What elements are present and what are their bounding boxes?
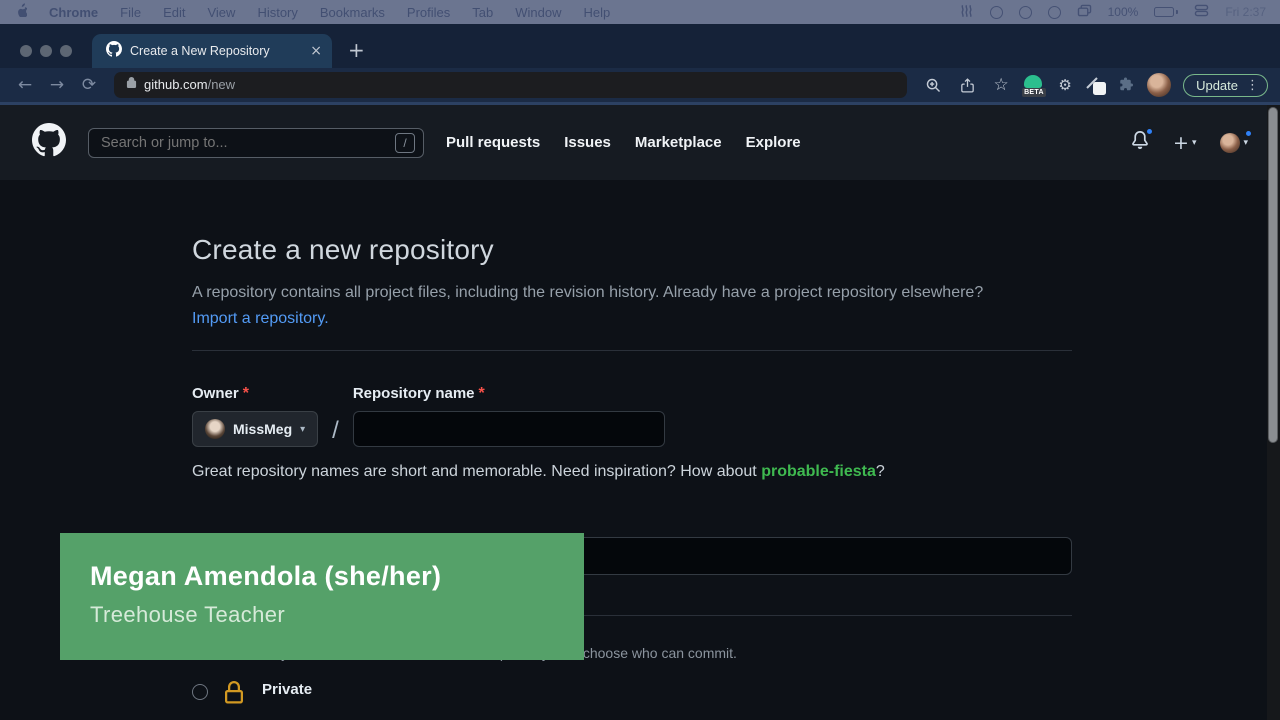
- url-path: /new: [208, 77, 235, 92]
- apple-menu-icon[interactable]: [14, 2, 27, 22]
- browser-toolbar: ← → ⟳ github.com/new ☆ BETA ⚙ Update ⋮: [0, 68, 1280, 102]
- repository-name-input[interactable]: [353, 411, 665, 447]
- github-nav: Pull requests Issues Marketplace Explore: [446, 134, 801, 151]
- nav-marketplace[interactable]: Marketplace: [635, 134, 722, 151]
- menu-history[interactable]: History: [257, 5, 297, 20]
- github-search-box[interactable]: /: [88, 128, 424, 158]
- status-badge-icon[interactable]: [1048, 6, 1061, 19]
- user-switch-icon[interactable]: [1194, 4, 1209, 20]
- private-option-row[interactable]: Private: [192, 681, 1072, 710]
- tab-close-icon[interactable]: ×: [310, 43, 322, 59]
- chevron-down-icon: ▾: [1192, 138, 1197, 148]
- update-button[interactable]: Update ⋮: [1183, 74, 1268, 97]
- owner-repo-separator: /: [332, 385, 339, 447]
- reload-button[interactable]: ⟳: [76, 75, 102, 95]
- profile-menu[interactable]: ▾: [1220, 133, 1248, 153]
- menu-chrome[interactable]: Chrome: [49, 5, 98, 20]
- address-bar[interactable]: github.com/new: [114, 72, 907, 98]
- tab-strip: Create a New Repository × +: [0, 24, 1280, 68]
- search-input[interactable]: [101, 135, 395, 151]
- menu-window[interactable]: Window: [515, 5, 561, 20]
- menu-help[interactable]: Help: [584, 5, 611, 20]
- menu-view[interactable]: View: [207, 5, 235, 20]
- zoom-icon[interactable]: [919, 72, 947, 98]
- github-favicon: [106, 41, 122, 62]
- beta-extension-icon[interactable]: BETA: [1021, 73, 1045, 97]
- menu-bookmarks[interactable]: Bookmarks: [320, 5, 385, 20]
- url-host: github.com: [144, 77, 208, 92]
- chevron-down-icon: ▾: [1243, 138, 1248, 148]
- lock-icon: [222, 681, 246, 710]
- status-circle-icon[interactable]: [1019, 6, 1032, 19]
- owner-repo-row: Owner* MissMeg ▾ / Repository name*: [192, 385, 1072, 447]
- notification-dot: [1145, 127, 1154, 136]
- scrollbar-thumb[interactable]: [1268, 107, 1278, 443]
- section-divider: [192, 350, 1072, 351]
- presenter-overlay-card: Megan Amendola (she/her) Treehouse Teach…: [60, 533, 584, 660]
- owner-name: MissMeg: [233, 421, 292, 437]
- picker-extension-icon[interactable]: [1085, 74, 1107, 96]
- github-header: / Pull requests Issues Marketplace Explo…: [0, 105, 1280, 180]
- back-button[interactable]: ←: [12, 75, 38, 95]
- devtools-extension-icon[interactable]: ⚙: [1051, 72, 1079, 98]
- nav-explore[interactable]: Explore: [746, 134, 801, 151]
- notifications-bell-icon[interactable]: [1131, 131, 1149, 154]
- window-close-icon[interactable]: [20, 45, 32, 57]
- forward-button[interactable]: →: [44, 75, 70, 95]
- battery-icon[interactable]: [1154, 7, 1178, 17]
- create-new-dropdown[interactable]: +▾: [1173, 132, 1196, 154]
- menu-edit[interactable]: Edit: [163, 5, 185, 20]
- suggested-repo-name[interactable]: probable-fiesta: [761, 463, 876, 480]
- nav-pull-requests[interactable]: Pull requests: [446, 134, 540, 151]
- repo-name-column: Repository name*: [353, 385, 665, 447]
- lock-icon: [126, 76, 137, 94]
- status-coin-icon[interactable]: [990, 6, 1003, 19]
- owner-label: Owner: [192, 385, 239, 402]
- github-page-body: Create a new repository A repository con…: [0, 180, 1280, 720]
- share-icon[interactable]: [953, 72, 981, 98]
- extensions-puzzle-icon[interactable]: [1113, 72, 1141, 98]
- private-radio[interactable]: [192, 684, 208, 700]
- bookmark-star-icon[interactable]: ☆: [987, 72, 1015, 98]
- macos-menubar: Chrome File Edit View History Bookmarks …: [0, 0, 1280, 24]
- tab-title: Create a New Repository: [130, 44, 302, 58]
- owner-select-button[interactable]: MissMeg ▾: [192, 411, 318, 447]
- slash-key-hint: /: [395, 133, 415, 153]
- required-asterisk: *: [243, 385, 249, 402]
- page-scrollbar[interactable]: [1267, 105, 1280, 720]
- chevron-down-icon: ▾: [300, 424, 305, 435]
- new-tab-button[interactable]: +: [332, 38, 381, 68]
- github-avatar[interactable]: [1220, 133, 1240, 153]
- menu-tab[interactable]: Tab: [472, 5, 493, 20]
- private-label: Private: [262, 681, 312, 698]
- menubar-clock[interactable]: Fri 2:37: [1225, 5, 1266, 19]
- window-zoom-icon[interactable]: [60, 45, 72, 57]
- repo-name-label: Repository name: [353, 385, 475, 402]
- nav-issues[interactable]: Issues: [564, 134, 611, 151]
- import-repository-link[interactable]: Import a repository.: [192, 310, 329, 327]
- chrome-profile-avatar[interactable]: [1147, 73, 1171, 97]
- github-logo-icon[interactable]: [32, 123, 66, 162]
- required-asterisk: *: [479, 385, 485, 402]
- window-controls: [0, 45, 92, 68]
- owner-column: Owner* MissMeg ▾: [192, 385, 318, 447]
- page-title: Create a new repository: [192, 180, 1072, 266]
- window-minimize-icon[interactable]: [40, 45, 52, 57]
- browser-tab[interactable]: Create a New Repository ×: [92, 34, 332, 68]
- battery-percent: 100%: [1108, 5, 1139, 19]
- menu-profiles[interactable]: Profiles: [407, 5, 450, 20]
- avatar-notification-dot: [1244, 129, 1253, 138]
- owner-avatar: [205, 419, 225, 439]
- presenter-name: Megan Amendola (she/her): [90, 561, 584, 592]
- name-hint: Great repository names are short and mem…: [192, 463, 1072, 481]
- chrome-menu-icon[interactable]: ⋮: [1246, 78, 1259, 93]
- intro-text: A repository contains all project files,…: [192, 280, 1022, 332]
- shortcuts-icon[interactable]: [960, 4, 974, 21]
- mission-control-icon[interactable]: [1077, 4, 1092, 20]
- menu-file[interactable]: File: [120, 5, 141, 20]
- presenter-role: Treehouse Teacher: [90, 602, 584, 628]
